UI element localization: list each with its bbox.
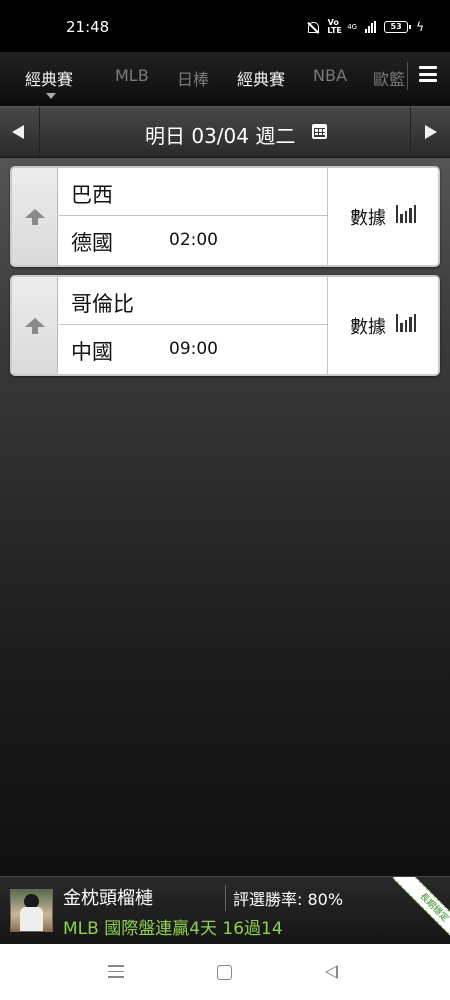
charging-icon: ϟ — [416, 20, 424, 34]
recent-apps-icon[interactable] — [108, 965, 124, 979]
ribbon-badge: 長期穩定 — [386, 877, 450, 943]
stats-label: 數據 — [350, 208, 386, 229]
mute-bell-icon — [306, 21, 320, 34]
volte-icon: Vo LTE — [327, 18, 342, 35]
game-list: 巴西 德國 02:00 數據 哥倫比 中國 09:00 數據 — [0, 158, 450, 876]
streak-text: MLB 國際盤連贏4天 16過14 — [63, 919, 283, 939]
home-icon[interactable] — [217, 965, 232, 980]
system-nav-bar — [0, 944, 450, 1000]
expert-banner[interactable]: 金枕頭榴槤 評選勝率: 80% MLB 國際盤連贏4天 16過14 長期穩定 — [0, 876, 450, 944]
bar-chart-icon — [396, 205, 417, 223]
up-arrow-icon — [25, 318, 45, 334]
previous-day-button[interactable] — [0, 107, 40, 157]
calendar-icon[interactable] — [312, 124, 327, 139]
date-label[interactable]: 明日 03/04 週二 — [145, 120, 295, 149]
dropdown-caret-icon[interactable] — [46, 93, 56, 99]
expert-avatar — [10, 889, 53, 932]
team-name: 哥倫比 — [71, 292, 134, 316]
tab-classic[interactable]: 經典賽 — [237, 66, 285, 90]
hamburger-menu-icon[interactable] — [419, 66, 437, 82]
expert-name: 金枕頭榴槤 — [63, 888, 153, 909]
signal-icon — [365, 21, 377, 33]
team-name: 德國 — [71, 231, 113, 255]
team-row-away: 德國 02:00 — [59, 216, 327, 265]
team-row-home: 哥倫比 — [59, 277, 327, 325]
tab-mlb[interactable]: MLB — [115, 66, 149, 85]
network-type: 4G — [347, 23, 358, 31]
back-icon[interactable] — [325, 965, 338, 979]
game-card[interactable]: 哥倫比 中國 09:00 數據 — [10, 275, 440, 376]
tab-classic-active[interactable]: 經典賽 — [25, 66, 73, 90]
card-expand-handle[interactable] — [12, 168, 58, 265]
team-name: 巴西 — [71, 183, 113, 207]
win-rate: 評選勝率: 80% — [233, 890, 344, 909]
date-bar: 明日 03/04 週二 — [0, 106, 450, 158]
tab-npb[interactable]: 日棒 — [177, 66, 209, 90]
game-time: 02:00 — [169, 230, 218, 250]
status-bar: 21:48 Vo LTE 4G 53 ϟ — [0, 0, 450, 52]
bar-chart-icon — [396, 314, 417, 332]
team-row-home: 巴西 — [59, 168, 327, 216]
banner-divider — [225, 885, 226, 911]
league-tab-bar: 經典賽 MLB 日棒 經典賽 NBA 歐籃 — [0, 52, 450, 106]
stats-label: 數據 — [350, 317, 386, 338]
team-row-away: 中國 09:00 — [59, 325, 327, 374]
battery-icon: 53 — [384, 21, 412, 33]
team-name: 中國 — [71, 340, 113, 364]
status-icons: Vo LTE 4G 53 ϟ — [306, 19, 424, 35]
status-time: 21:48 — [66, 18, 110, 36]
card-expand-handle[interactable] — [12, 277, 58, 374]
stats-button[interactable]: 數據 — [327, 168, 438, 265]
tab-divider — [407, 62, 408, 90]
game-card[interactable]: 巴西 德國 02:00 數據 — [10, 166, 440, 267]
next-day-button[interactable] — [410, 107, 450, 157]
stats-button[interactable]: 數據 — [327, 277, 438, 374]
tab-nba[interactable]: NBA — [313, 66, 347, 85]
tab-euro-basketball[interactable]: 歐籃 — [373, 66, 405, 90]
up-arrow-icon — [25, 209, 45, 225]
ribbon-label: 長期穩定 — [392, 877, 450, 943]
game-time: 09:00 — [169, 339, 218, 359]
